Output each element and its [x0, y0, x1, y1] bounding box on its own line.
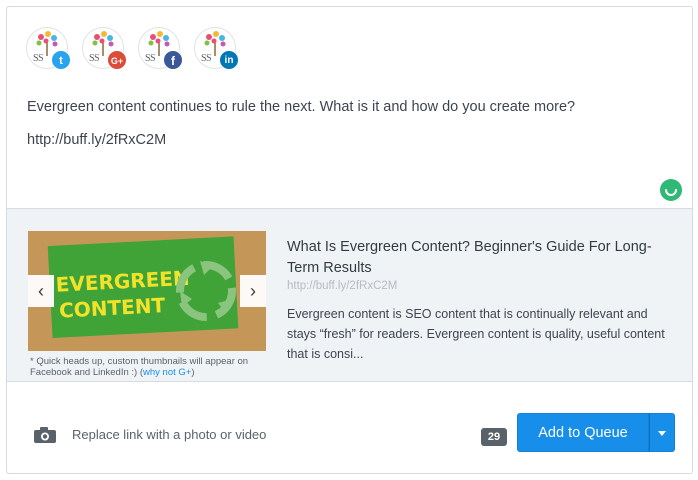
thumbnail-note: * Quick heads up, custom thumbnails will…: [30, 356, 270, 378]
composer-panel: SS t SS G+ SS f SS in Evergreen content …: [6, 6, 693, 474]
replace-link-with-media[interactable]: Replace link with a photo or video: [72, 427, 266, 443]
add-to-queue-button[interactable]: Add to Queue: [517, 413, 649, 452]
queue-options-dropdown[interactable]: [649, 413, 675, 452]
post-link[interactable]: http://buff.ly/2fRxC2M: [27, 130, 166, 150]
thumbnail-note-text: * Quick heads up, custom thumbnails will…: [30, 356, 249, 378]
queue-button-group: Add to Queue: [517, 413, 675, 452]
profile-avatar-google-plus[interactable]: SS G+: [82, 27, 128, 73]
grammar-check-icon[interactable]: [660, 179, 682, 201]
avatar-initials: SS: [89, 53, 100, 64]
character-count-badge: 29: [481, 428, 507, 446]
link-description[interactable]: Evergreen content is SEO content that is…: [287, 304, 667, 364]
link-thumbnail: EVERGREEN CONTENT ‹ ›: [28, 231, 266, 351]
post-text-editor[interactable]: Evergreen content continues to rule the …: [27, 97, 667, 117]
twitter-icon: t: [51, 50, 71, 70]
why-not-google-plus-link[interactable]: why not G+: [143, 367, 191, 378]
camera-icon[interactable]: [34, 427, 56, 443]
link-url: http://buff.ly/2fRxC2M: [287, 280, 398, 292]
profile-avatar-twitter[interactable]: SS t: [26, 27, 72, 73]
avatar-initials: SS: [33, 53, 44, 64]
link-title[interactable]: What Is Evergreen Content? Beginner's Gu…: [287, 237, 667, 279]
facebook-icon: f: [163, 50, 183, 70]
linkedin-icon: in: [219, 50, 239, 70]
chevron-down-icon: [658, 431, 666, 436]
thumbnail-next-button[interactable]: ›: [240, 275, 266, 307]
google-plus-icon: G+: [107, 50, 127, 70]
thumbnail-note-end: ): [191, 367, 195, 378]
thumbnail-prev-button[interactable]: ‹: [28, 275, 54, 307]
link-attachment: EVERGREEN CONTENT ‹ › * Quick heads up, …: [7, 208, 692, 382]
profile-avatar-facebook[interactable]: SS f: [138, 27, 184, 73]
avatar-initials: SS: [201, 53, 212, 64]
check-spinner-icon: [665, 189, 677, 196]
composer-footer: Replace link with a photo or video 29 Ad…: [7, 382, 692, 473]
evergreen-thumbnail-image: EVERGREEN CONTENT: [28, 231, 266, 351]
profile-selector: SS t SS G+ SS f SS in: [26, 27, 240, 73]
profile-avatar-linkedin[interactable]: SS in: [194, 27, 240, 73]
avatar-initials: SS: [145, 53, 156, 64]
